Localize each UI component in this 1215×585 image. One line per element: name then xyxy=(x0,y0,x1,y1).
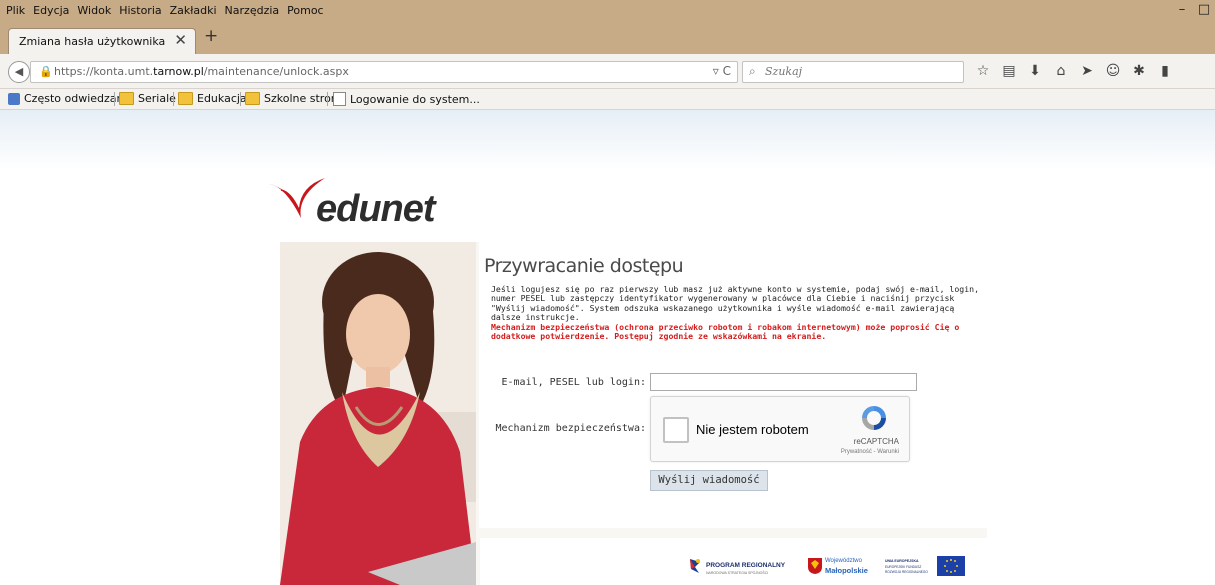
eu-line-3: ROZWOJU REGIONALNEGO xyxy=(885,570,928,574)
tab-active[interactable]: Zmiana hasła użytkownika ✕ xyxy=(8,28,196,55)
bookmark-edukacja[interactable]: Edukacja xyxy=(178,92,247,105)
eu-line-2: EUROPEJSKI FUNDUSZ xyxy=(885,565,922,569)
url-text: https://konta.umt.tarnow.pl/maintenance/… xyxy=(54,65,349,78)
program-regionalny: PROGRAM REGIONALNY xyxy=(706,562,786,569)
folder-icon xyxy=(178,92,193,105)
window-controls: – □ xyxy=(1171,0,1215,22)
tab-close-icon[interactable]: ✕ xyxy=(174,31,187,49)
email-pesel-login-input[interactable] xyxy=(650,373,917,391)
reload-icon[interactable]: ▿ C xyxy=(713,64,731,78)
page-icon xyxy=(333,92,346,106)
woman-photo xyxy=(280,242,476,585)
menu-icon[interactable]: ▮ xyxy=(1154,62,1176,80)
bookmark-star-icon[interactable]: ☆ xyxy=(972,62,994,80)
search-input[interactable] xyxy=(763,64,957,79)
menu-pomoc[interactable]: Pomoc xyxy=(287,4,323,17)
recaptcha-brand: reCAPTCHA xyxy=(853,437,899,446)
eu-flag-icon xyxy=(937,556,965,576)
recaptcha-logo-icon xyxy=(862,406,886,430)
wojewodztwo-top: Województwo xyxy=(825,558,862,564)
separator xyxy=(173,92,174,106)
access-recovery-card: Przywracanie dostępu Jeśli logujesz się … xyxy=(280,242,987,585)
folder-icon xyxy=(245,92,260,105)
search-icon: ⌕ xyxy=(749,64,756,78)
chat-icon[interactable]: ☺ xyxy=(1102,62,1124,80)
separator xyxy=(240,92,241,106)
folder-icon xyxy=(119,92,134,105)
tab-title: Zmiana hasła użytkownika xyxy=(19,35,166,48)
security-label: Mechanizm bezpieczeństwa: xyxy=(495,423,646,434)
malopolskie-crest-icon xyxy=(808,558,822,574)
menu-historia[interactable]: Historia xyxy=(119,4,161,17)
tab-bar: Zmiana hasła użytkownika ✕ + xyxy=(0,22,1215,55)
bookmark-czesto[interactable]: Często odwiedzane xyxy=(8,92,130,105)
recaptcha-links[interactable]: Prywatność - Warunki xyxy=(841,449,899,455)
separator xyxy=(327,92,328,106)
url-bar[interactable]: 🔒 https://konta.umt.tarnow.pl/maintenanc… xyxy=(30,61,738,83)
page-title: Przywracanie dostępu xyxy=(484,255,684,277)
eu-logos-footer: PROGRAM REGIONALNY NARODOWA STRATEGIA SP… xyxy=(480,538,987,585)
instructions-body: Jeśli logujesz się po raz pierwszy lub m… xyxy=(491,284,979,323)
maximize-button[interactable]: □ xyxy=(1193,0,1215,22)
search-box[interactable]: ⌕ xyxy=(742,61,964,83)
bookmark-label: Seriale xyxy=(138,92,176,105)
new-tab-button[interactable]: + xyxy=(204,26,218,46)
lock-icon: 🔒 xyxy=(39,65,53,78)
program-regionalny-sub: NARODOWA STRATEGIA SPÓJNOŚCI xyxy=(706,571,769,575)
eu-line-1: UNIA EUROPEJSKA xyxy=(885,559,919,563)
bookmark-label: Logowanie do system... xyxy=(350,92,480,106)
download-icon[interactable]: ⬇ xyxy=(1024,62,1046,80)
edunet-logo[interactable]: edunet xyxy=(267,176,436,230)
menu-items: Plik Edycja Widok Historia Zakładki Narz… xyxy=(6,4,324,17)
woman-illustration xyxy=(280,242,476,585)
malopolskie: Małopolskie xyxy=(825,566,868,575)
bookmark-seriale[interactable]: Seriale xyxy=(119,92,176,105)
email-label: E-mail, PESEL lub login: xyxy=(501,377,647,388)
toolbar-icons: ☆ ▤ ⬇ ⌂ ➤ ☺ ✱ ▮ xyxy=(972,62,1176,80)
bookmarks-bar: Często odwiedzane Seriale Edukacja Szkol… xyxy=(0,89,1215,110)
separator xyxy=(114,92,115,106)
security-warning: Mechanizm bezpieczeństwa (ochrona przeci… xyxy=(491,321,960,342)
send-icon[interactable]: ➤ xyxy=(1076,62,1098,80)
menu-edycja[interactable]: Edycja xyxy=(33,4,69,17)
navigation-bar: ◀ 🔒 https://konta.umt.tarnow.pl/maintena… xyxy=(0,54,1215,89)
reading-list-icon[interactable]: ▤ xyxy=(998,62,1020,80)
minimize-button[interactable]: – xyxy=(1171,0,1193,22)
menu-narzedzia[interactable]: Narzędzia xyxy=(225,4,280,17)
bookmark-szkolne[interactable]: Szkolne strony xyxy=(245,92,344,105)
back-arrow-icon: ◀ xyxy=(14,65,24,78)
back-button[interactable]: ◀ xyxy=(8,61,30,83)
send-message-button[interactable]: Wyślij wiadomość xyxy=(650,470,768,491)
menu-plik[interactable]: Plik xyxy=(6,4,25,17)
recaptcha-widget: Nie jestem robotem reCAPTCHA Prywatność … xyxy=(650,396,910,462)
menu-zakladki[interactable]: Zakładki xyxy=(170,4,217,17)
extension-icon[interactable]: ✱ xyxy=(1128,62,1150,80)
firefox-icon xyxy=(8,92,20,105)
home-icon[interactable]: ⌂ xyxy=(1050,62,1072,80)
recaptcha-checkbox[interactable] xyxy=(663,417,689,443)
bookmark-logowanie[interactable]: Logowanie do system... xyxy=(333,92,480,106)
menu-bar: Plik Edycja Widok Historia Zakładki Narz… xyxy=(0,0,1215,22)
logo-text: edunet xyxy=(316,188,436,230)
recaptcha-label: Nie jestem robotem xyxy=(696,422,809,437)
menu-widok[interactable]: Widok xyxy=(77,4,111,17)
instructions-text: Jeśli logujesz się po raz pierwszy lub m… xyxy=(491,284,979,342)
program-regionalny-logo-icon xyxy=(690,559,700,573)
